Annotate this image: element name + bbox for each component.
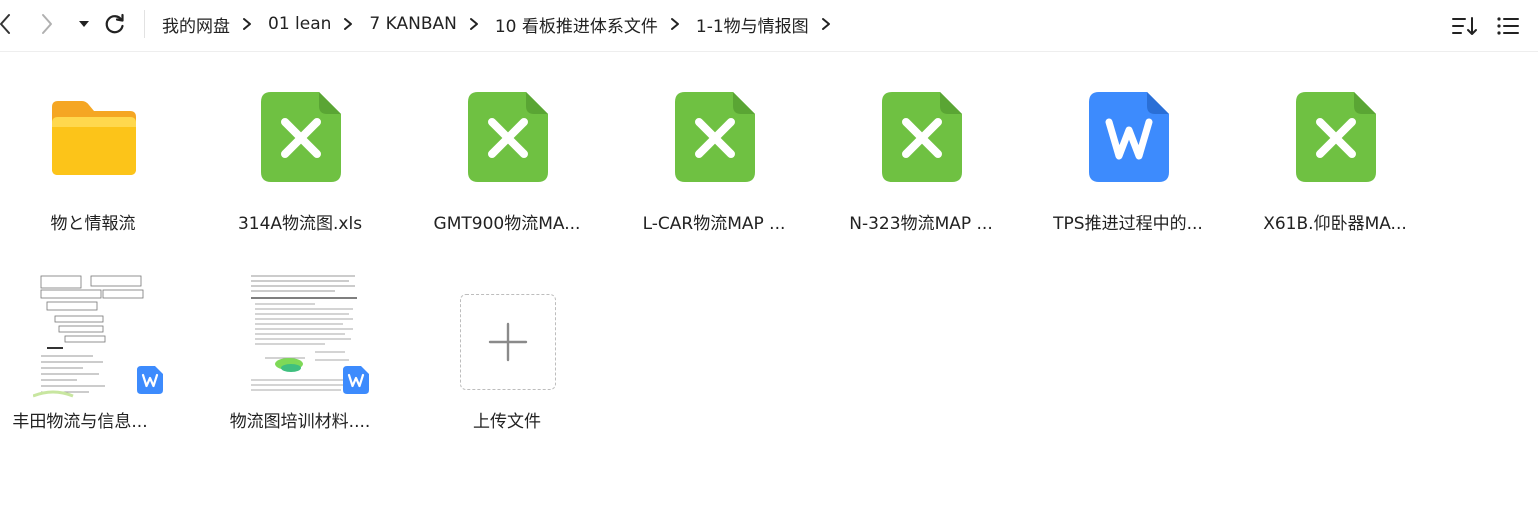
breadcrumb: 我的网盘 01 lean 7 KANBAN 10 看板推进体系文件 1-1物与情… xyxy=(162,10,847,38)
file-item-xls[interactable]: GMT900物流MA... xyxy=(407,92,607,262)
plus-icon xyxy=(488,322,528,362)
file-item-xls[interactable]: X61B.仰卧器MA... xyxy=(1235,92,1435,262)
file-item-xls[interactable]: 314A物流图.xls xyxy=(200,92,400,262)
xls-file-icon xyxy=(675,92,755,186)
file-name: 物流图培训材料.... xyxy=(229,412,371,432)
file-item-xls[interactable]: L-CAR物流MAP ... xyxy=(614,92,814,262)
wps-badge-icon xyxy=(137,366,163,398)
file-name: L-CAR物流MAP ... xyxy=(642,214,786,234)
list-view-icon[interactable] xyxy=(1494,12,1522,40)
back-icon[interactable] xyxy=(0,10,16,38)
chevron-right-icon xyxy=(343,17,353,31)
toolbar-divider xyxy=(144,10,145,38)
document-thumbnail xyxy=(33,272,151,398)
file-name: GMT900物流MA... xyxy=(433,214,581,234)
upload-file-button[interactable]: 上传文件 xyxy=(407,272,607,442)
folder-icon xyxy=(48,97,140,181)
xls-file-icon xyxy=(468,92,548,186)
file-name: X61B.仰卧器MA... xyxy=(1263,214,1407,234)
chevron-right-icon xyxy=(242,17,252,31)
file-name: 314A物流图.xls xyxy=(237,214,363,234)
upload-box[interactable] xyxy=(460,294,556,390)
file-name: N-323物流MAP ... xyxy=(849,214,993,234)
chevron-right-icon[interactable] xyxy=(821,17,831,31)
chevron-right-icon xyxy=(469,17,479,31)
wps-badge-icon xyxy=(343,366,369,398)
file-name: 丰田物流与信息... xyxy=(12,412,148,432)
breadcrumb-item-system[interactable]: 10 看板推进体系文件 xyxy=(495,12,658,37)
file-name: TPS推进过程中的... xyxy=(1053,214,1203,234)
file-item-xls[interactable]: N-323物流MAP ... xyxy=(821,92,1021,262)
breadcrumb-item-kanban[interactable]: 7 KANBAN xyxy=(369,14,456,34)
file-name: 物と情報流 xyxy=(50,214,136,234)
toolbar: 我的网盘 01 lean 7 KANBAN 10 看板推进体系文件 1-1物与情… xyxy=(0,0,1538,52)
file-item-doc[interactable]: 物流图培训材料.... xyxy=(200,272,400,442)
forward-icon[interactable] xyxy=(36,10,58,38)
file-item-folder[interactable]: 物と情報流 xyxy=(0,92,193,262)
xls-file-icon xyxy=(882,92,962,186)
upload-label: 上传文件 xyxy=(473,412,541,432)
refresh-icon[interactable] xyxy=(102,10,128,38)
breadcrumb-item-root[interactable]: 我的网盘 xyxy=(162,12,230,37)
breadcrumb-item-lean[interactable]: 01 lean xyxy=(268,14,331,34)
xls-file-icon xyxy=(261,92,341,186)
xls-file-icon xyxy=(1296,92,1376,186)
sort-icon[interactable] xyxy=(1450,12,1480,40)
chevron-right-icon xyxy=(670,17,680,31)
file-item-wps[interactable]: TPS推进过程中的... xyxy=(1028,92,1228,262)
file-item-doc[interactable]: 丰田物流与信息... xyxy=(0,272,193,442)
history-dropdown-icon[interactable] xyxy=(76,10,92,38)
wps-doc-icon xyxy=(1089,92,1169,186)
breadcrumb-item-current[interactable]: 1-1物与情报图 xyxy=(696,12,809,37)
